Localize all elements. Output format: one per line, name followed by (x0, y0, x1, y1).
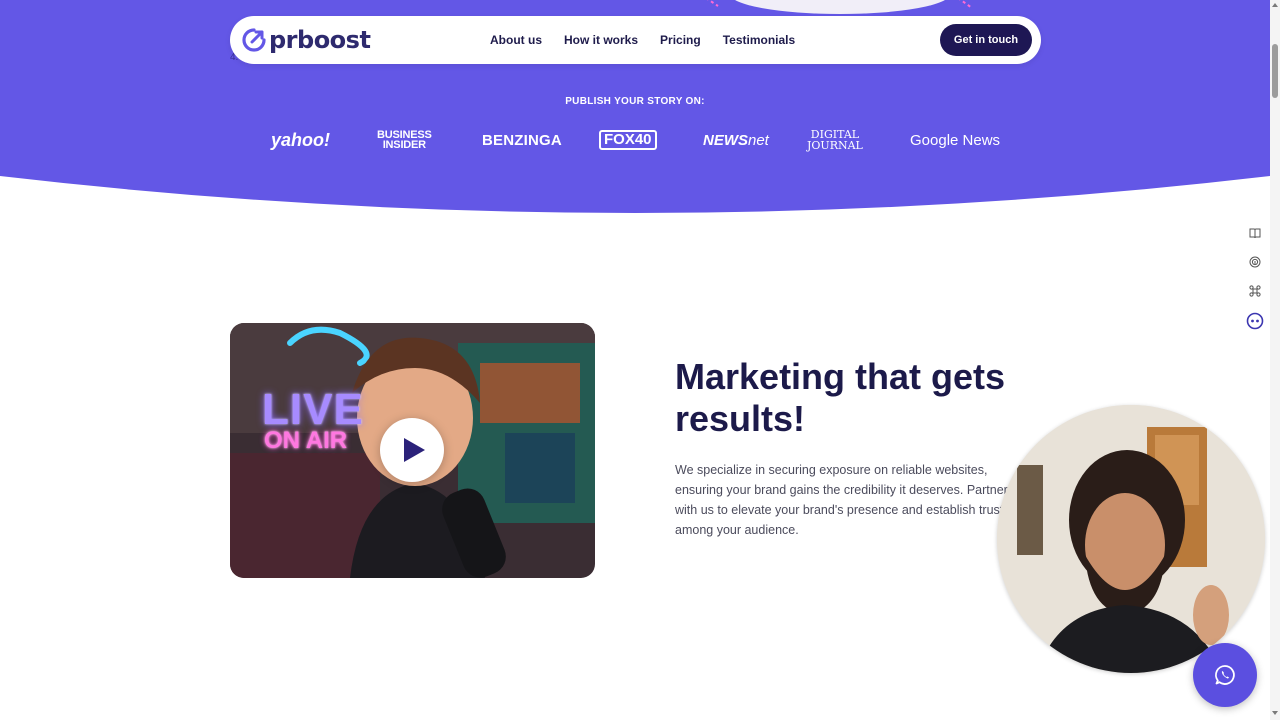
newsnet-news: NEWS (703, 131, 748, 149)
play-icon (404, 438, 425, 462)
newsnet-net: net (748, 131, 769, 149)
webcam-feed (997, 405, 1265, 673)
scroll-thumb[interactable] (1272, 44, 1278, 98)
yahoo-logo: yahoo! (271, 129, 331, 150)
logo-mark-icon (242, 28, 266, 52)
nav-link-how-it-works[interactable]: How it works (564, 33, 638, 47)
digital-journal-logo: DIGITAL JOURNAL (807, 124, 863, 156)
fox40-logo: FOX40 (599, 124, 657, 156)
newsnet-logo: NEWS net (703, 124, 769, 156)
publisher-logos: yahoo! BUSINESS INSIDER BENZINGA FOX40 N… (260, 124, 1010, 156)
whatsapp-chat-button[interactable] (1193, 643, 1257, 707)
section-headline: Marketing that gets results! (675, 356, 1006, 439)
top-navbar: prboost About us How it works Pricing Te… (230, 16, 1041, 64)
command-icon[interactable] (1244, 280, 1266, 302)
fox-text: FOX40 (599, 130, 657, 150)
book-icon[interactable] (1244, 222, 1266, 244)
scroll-up-arrow-icon[interactable] (1272, 3, 1278, 7)
business-insider-line2: INSIDER (382, 139, 426, 151)
logo-text: prboost (269, 26, 371, 54)
play-button[interactable] (380, 418, 444, 482)
business-insider-logo: BUSINESS INSIDER (377, 124, 432, 156)
get-in-touch-button[interactable]: Get in touch (940, 24, 1032, 56)
neon-sign-on-air: ON AIR (264, 427, 348, 454)
section-description: We specialize in securing exposure on re… (675, 463, 1008, 537)
fox-word: FOX (604, 131, 635, 148)
google-news-logo: Google News (910, 131, 1001, 149)
fox-number: 40 (634, 131, 652, 148)
nav-links: About us How it works Pricing Testimonia… (490, 16, 795, 64)
publish-label: PUBLISH YOUR STORY ON: (565, 96, 705, 107)
webcam-overlay (997, 405, 1265, 673)
nav-link-testimonials[interactable]: Testimonials (723, 33, 795, 47)
video-player[interactable]: LIVE ON AIR (230, 323, 595, 578)
whatsapp-icon (1215, 665, 1235, 685)
nav-link-pricing[interactable]: Pricing (660, 33, 701, 47)
scroll-down-arrow-icon[interactable] (1272, 711, 1278, 715)
fingerprint-icon[interactable] (1244, 251, 1266, 273)
assistant-face-icon[interactable] (1244, 310, 1266, 332)
digital-journal-line2: JOURNAL (807, 139, 863, 152)
page-scrollbar[interactable] (1270, 0, 1280, 720)
nav-link-about-us[interactable]: About us (490, 33, 542, 47)
prboost-logo[interactable]: prboost (242, 25, 371, 55)
benzinga-logo: BENZINGA (482, 131, 562, 149)
